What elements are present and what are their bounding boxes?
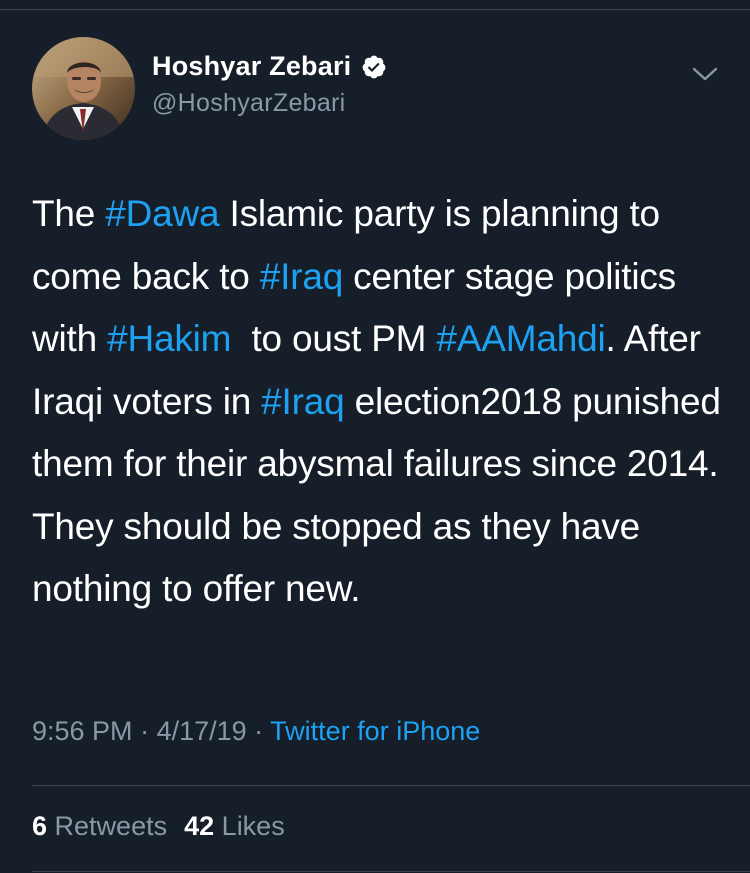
avatar[interactable]: [32, 37, 135, 140]
hashtag-link[interactable]: #Hakim: [107, 318, 231, 359]
retweets-stat[interactable]: 6 Retweets: [32, 811, 167, 841]
meta-separator: ·: [132, 716, 157, 746]
retweets-label: Retweets: [54, 811, 168, 841]
retweets-count: 6: [32, 811, 48, 841]
top-divider: [0, 0, 750, 10]
verified-badge-icon: [361, 54, 387, 80]
likes-label: Likes: [221, 811, 285, 841]
chevron-down-icon[interactable]: [690, 59, 720, 89]
tweet-time[interactable]: 9:56 PM: [32, 716, 133, 746]
likes-count: 42: [184, 811, 215, 841]
hashtag-link[interactable]: #Dawa: [105, 193, 219, 234]
hashtag-link[interactable]: #Iraq: [260, 256, 344, 297]
tweet-meta: 9:56 PM · 4/17/19 · Twitter for iPhone: [32, 716, 480, 747]
likes-stat[interactable]: 42 Likes: [184, 811, 285, 841]
tweet-date[interactable]: 4/17/19: [157, 716, 247, 746]
tweet-text: The #Dawa Islamic party is planning to c…: [32, 183, 722, 621]
tweet-text-segment: The: [32, 193, 106, 234]
divider: [32, 785, 750, 786]
tweet-text-segment: to oust PM: [231, 318, 437, 359]
name-row: Hoshyar Zebari: [152, 51, 387, 82]
display-name[interactable]: Hoshyar Zebari: [152, 51, 351, 82]
tweet-source-link[interactable]: Twitter for iPhone: [270, 716, 480, 746]
meta-separator: ·: [246, 716, 271, 746]
user-handle[interactable]: @HoshyarZebari: [152, 89, 346, 118]
hashtag-link[interactable]: #Iraq: [261, 381, 345, 422]
tweet-header: Hoshyar Zebari @HoshyarZebari: [32, 37, 722, 141]
tweet-stats: 6 Retweets 42 Likes: [32, 811, 285, 842]
hashtag-link[interactable]: #AAMahdi: [436, 318, 605, 359]
divider: [32, 871, 750, 872]
